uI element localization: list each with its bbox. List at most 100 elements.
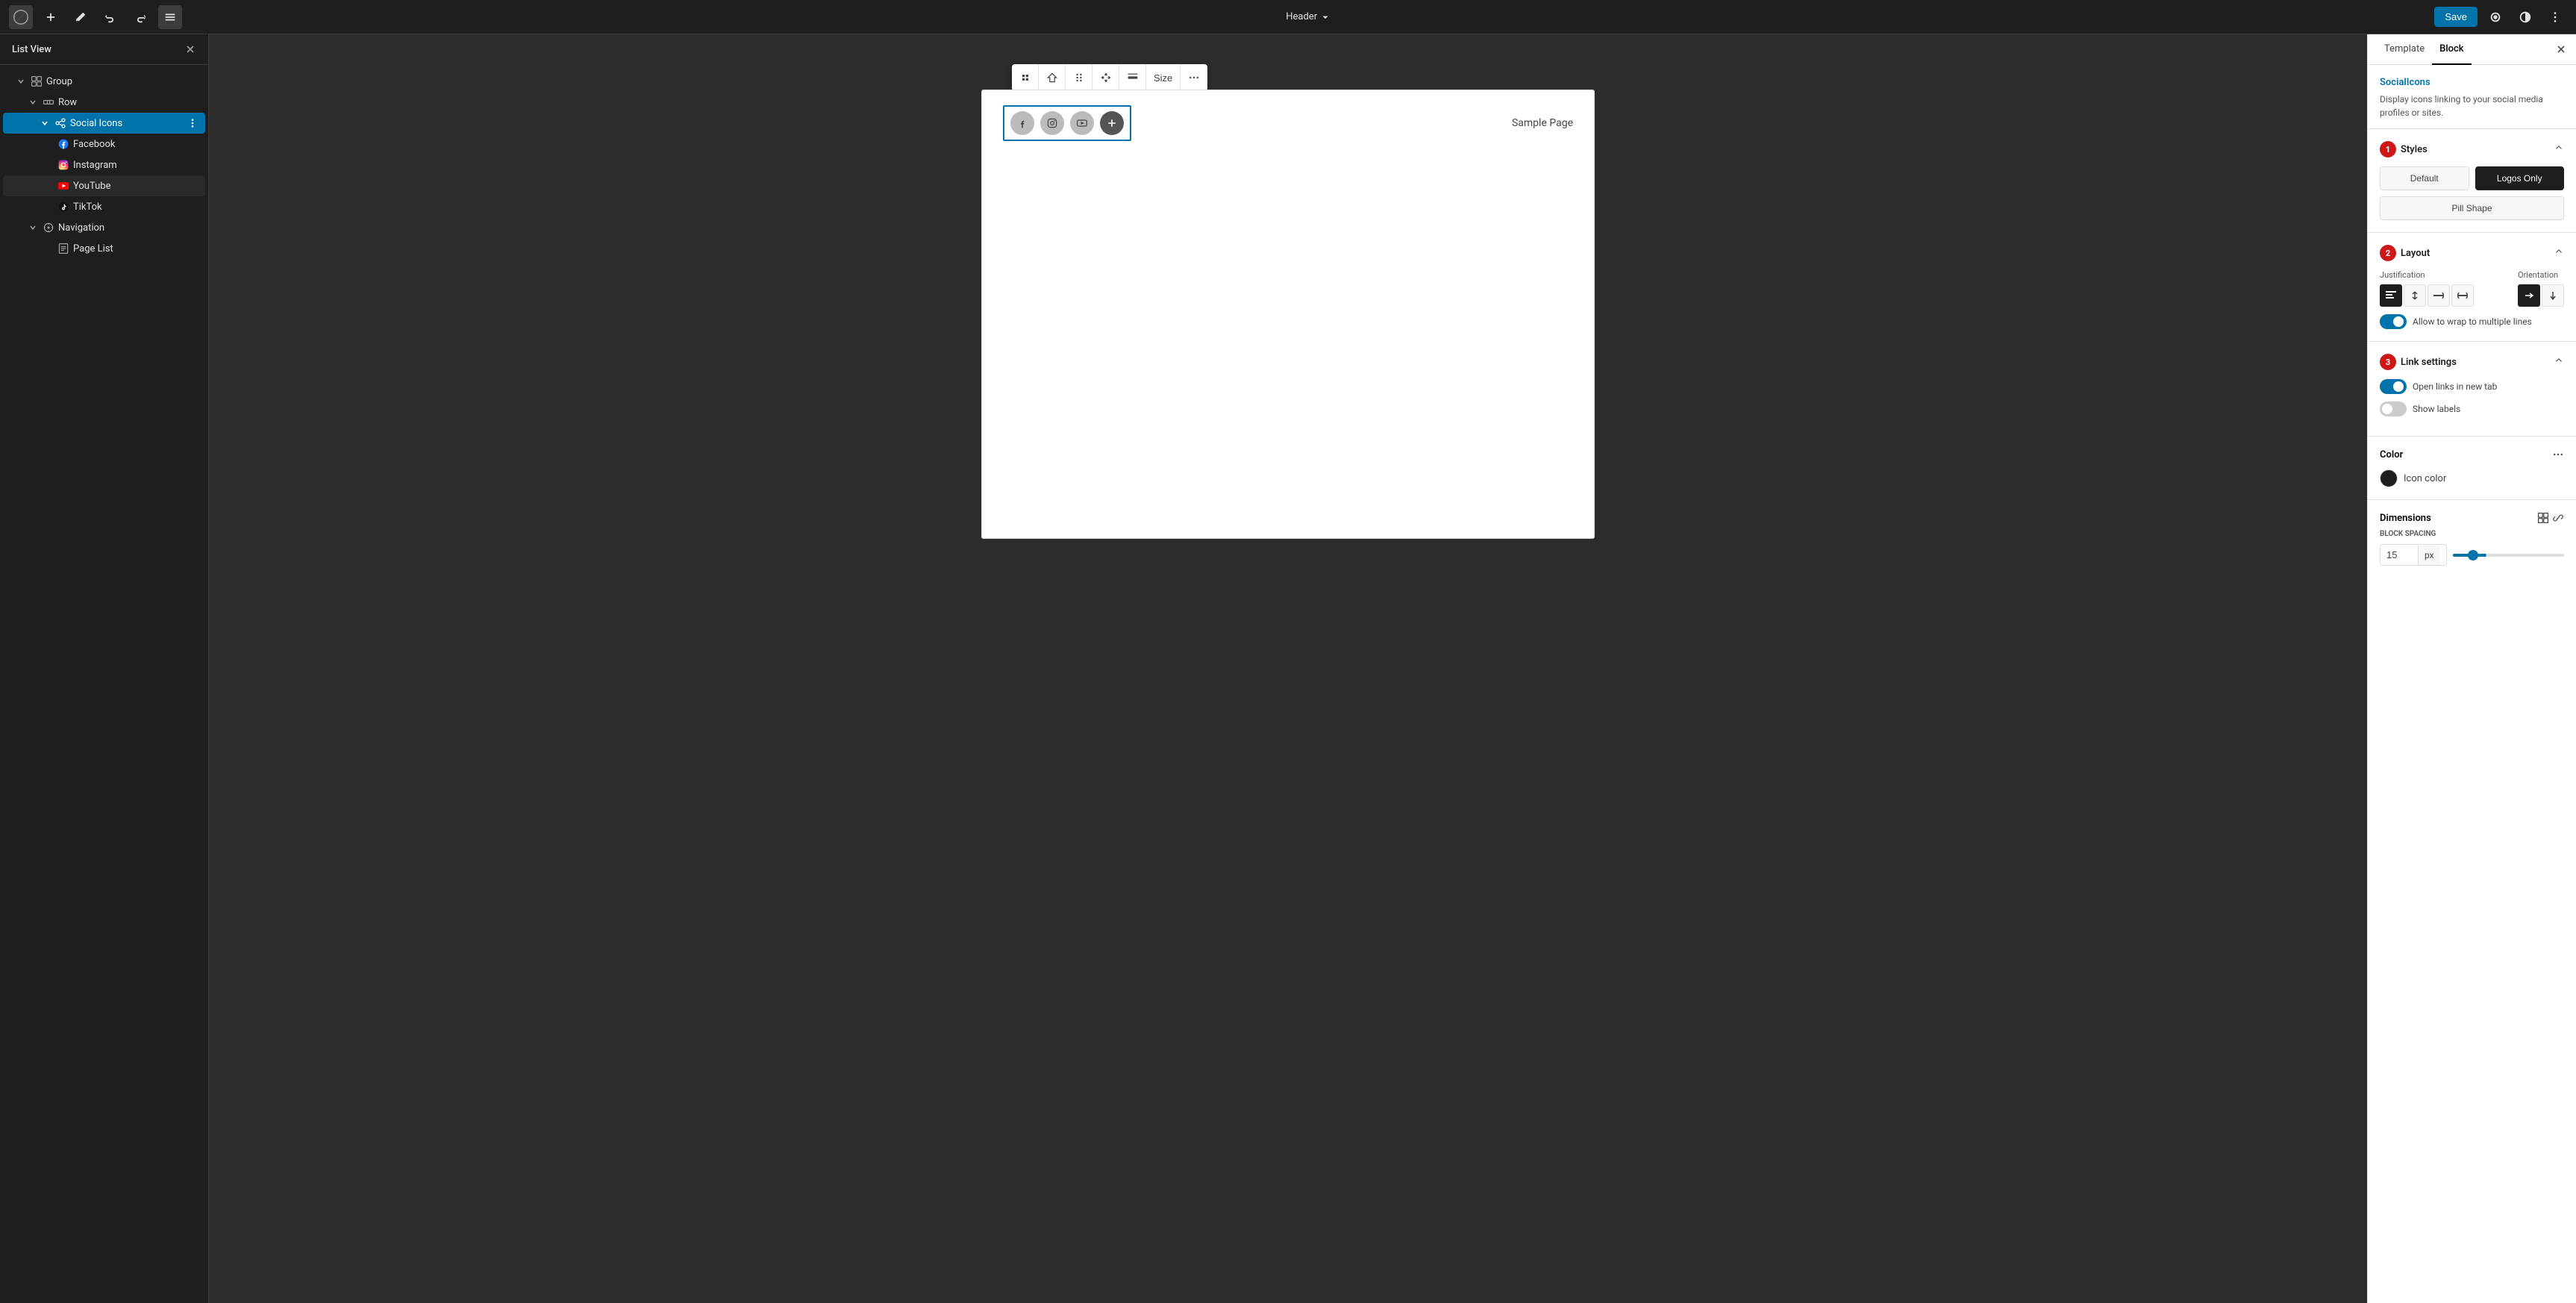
header-label[interactable]: Header [1286, 11, 1331, 22]
chevron-nav [27, 222, 39, 234]
redo-button[interactable] [128, 5, 152, 29]
facebook-icon [57, 137, 70, 151]
layout-title: 2 Layout [2380, 245, 2430, 261]
social-icons-link[interactable]: SocialIcons [2380, 77, 2430, 88]
open-new-tab-label: Open links in new tab [2413, 381, 2497, 392]
share-icon [1046, 72, 1058, 84]
dim-link-button[interactable] [2552, 512, 2564, 524]
justify-stretch-button[interactable] [2451, 284, 2474, 307]
tree-list: Group Row [0, 65, 208, 265]
tree-item-instagram[interactable]: Instagram [3, 154, 205, 175]
tree-item-tiktok[interactable]: TikTok [3, 196, 205, 217]
more-toolbar-button[interactable] [1181, 64, 1207, 91]
tree-item-page-list[interactable]: Page List [3, 238, 205, 259]
tree-item-youtube[interactable]: YouTube [3, 175, 205, 196]
spacing-row: px [2380, 544, 2564, 566]
color-options-button[interactable] [2552, 449, 2564, 460]
tree-item-row[interactable]: Row [3, 92, 205, 113]
top-bar-right: Save [2434, 5, 2567, 29]
open-new-tab-row: Open links in new tab [2380, 379, 2564, 394]
arrow-down-icon [2548, 290, 2558, 301]
transform-button[interactable] [1012, 64, 1039, 91]
chevron-up-icon [2554, 246, 2564, 257]
arrows-icon [1100, 72, 1112, 84]
link-icon [2552, 512, 2564, 524]
dim-grid-button[interactable] [2537, 512, 2549, 524]
link-settings-collapse-button[interactable] [2554, 355, 2564, 369]
justify-center-button[interactable] [2404, 284, 2426, 307]
social-icons-info-section: SocialIcons Display icons linking to you… [2368, 65, 2576, 129]
list-view-button[interactable] [158, 5, 182, 29]
sample-page-link[interactable]: Sample Page [1512, 117, 1573, 129]
chevron-down-icon [41, 119, 49, 127]
more-options-button[interactable] [2543, 5, 2567, 29]
chevron-group [15, 75, 27, 87]
left-panel: List View Group [0, 34, 209, 1303]
spacing-slider[interactable] [2453, 554, 2564, 557]
social-icons-label: Social Icons [70, 118, 183, 129]
layout-justification-row: Justification [2380, 270, 2564, 307]
styles-section-header: 1 Styles [2380, 141, 2564, 157]
style-default-button[interactable]: Default [2380, 166, 2469, 190]
chevron-social [39, 117, 51, 129]
block-spacing-label: BLOCK SPACING [2380, 530, 2564, 538]
orient-vertical-button[interactable] [2542, 284, 2564, 307]
youtube-social-icon[interactable] [1070, 111, 1094, 135]
block-tab[interactable]: Block [2432, 34, 2471, 65]
style-logos-only-button[interactable]: Logos Only [2475, 166, 2565, 190]
close-icon [184, 43, 196, 55]
nav-button[interactable] [1092, 64, 1119, 91]
justify-right-button[interactable] [2427, 284, 2450, 307]
group-icon [30, 75, 43, 88]
open-new-tab-toggle[interactable] [2380, 379, 2407, 394]
close-panel-button[interactable] [2555, 43, 2567, 55]
drag-button[interactable] [1066, 64, 1092, 91]
edit-button[interactable] [69, 5, 93, 29]
orientation-col: Orientation [2518, 270, 2564, 307]
tree-item-facebook[interactable]: Facebook [3, 134, 205, 154]
align-button[interactable] [1119, 64, 1146, 91]
wordpress-logo[interactable] [9, 5, 33, 29]
orient-horizontal-button[interactable] [2518, 284, 2540, 307]
appearance-button[interactable] [2513, 5, 2537, 29]
transform-icon [1019, 72, 1031, 84]
wrap-toggle[interactable] [2380, 314, 2407, 329]
tree-item-group[interactable]: Group [3, 71, 205, 92]
size-button[interactable]: Size [1146, 64, 1181, 91]
social-icons-row [1003, 105, 1131, 141]
instagram-social-icon[interactable] [1040, 111, 1064, 135]
group-label: Group [46, 76, 199, 87]
share-button[interactable] [1039, 64, 1066, 91]
icon-color-swatch[interactable] [2380, 469, 2398, 487]
show-labels-label: Show labels [2413, 404, 2460, 414]
tree-item-social-icons[interactable]: Social Icons [3, 113, 205, 134]
layout-collapse-button[interactable] [2554, 246, 2564, 260]
instagram-label: Instagram [73, 160, 199, 171]
save-button[interactable]: Save [2434, 7, 2477, 27]
spacing-unit[interactable]: px [2418, 546, 2440, 565]
grid-icon [2537, 512, 2549, 524]
spacing-input[interactable] [2380, 545, 2418, 565]
add-block-button[interactable] [39, 5, 63, 29]
style-pill-shape-button[interactable]: Pill Shape [2380, 196, 2564, 220]
more-icon [1188, 72, 1200, 84]
list-view-title: List View [12, 44, 51, 55]
show-labels-row: Show labels [2380, 401, 2564, 416]
justify-left-icon [2386, 290, 2396, 301]
styles-collapse-button[interactable] [2554, 143, 2564, 156]
share-icon [54, 117, 66, 129]
close-list-view-button[interactable] [184, 43, 196, 55]
add-social-icon-button[interactable] [1100, 111, 1124, 135]
tree-item-navigation[interactable]: Navigation [3, 217, 205, 238]
settings-button[interactable] [2483, 5, 2507, 29]
justify-left-button[interactable] [2380, 284, 2402, 307]
facebook-svg-icon [57, 138, 69, 150]
tiktok-svg-icon [57, 201, 69, 213]
justification-label: Justification [2380, 270, 2474, 280]
social-icons-options-button[interactable] [186, 116, 199, 130]
template-tab[interactable]: Template [2377, 34, 2432, 65]
facebook-social-icon[interactable] [1010, 111, 1034, 135]
undo-button[interactable] [99, 5, 122, 29]
color-section-header: Color [2380, 449, 2564, 460]
show-labels-toggle[interactable] [2380, 401, 2407, 416]
